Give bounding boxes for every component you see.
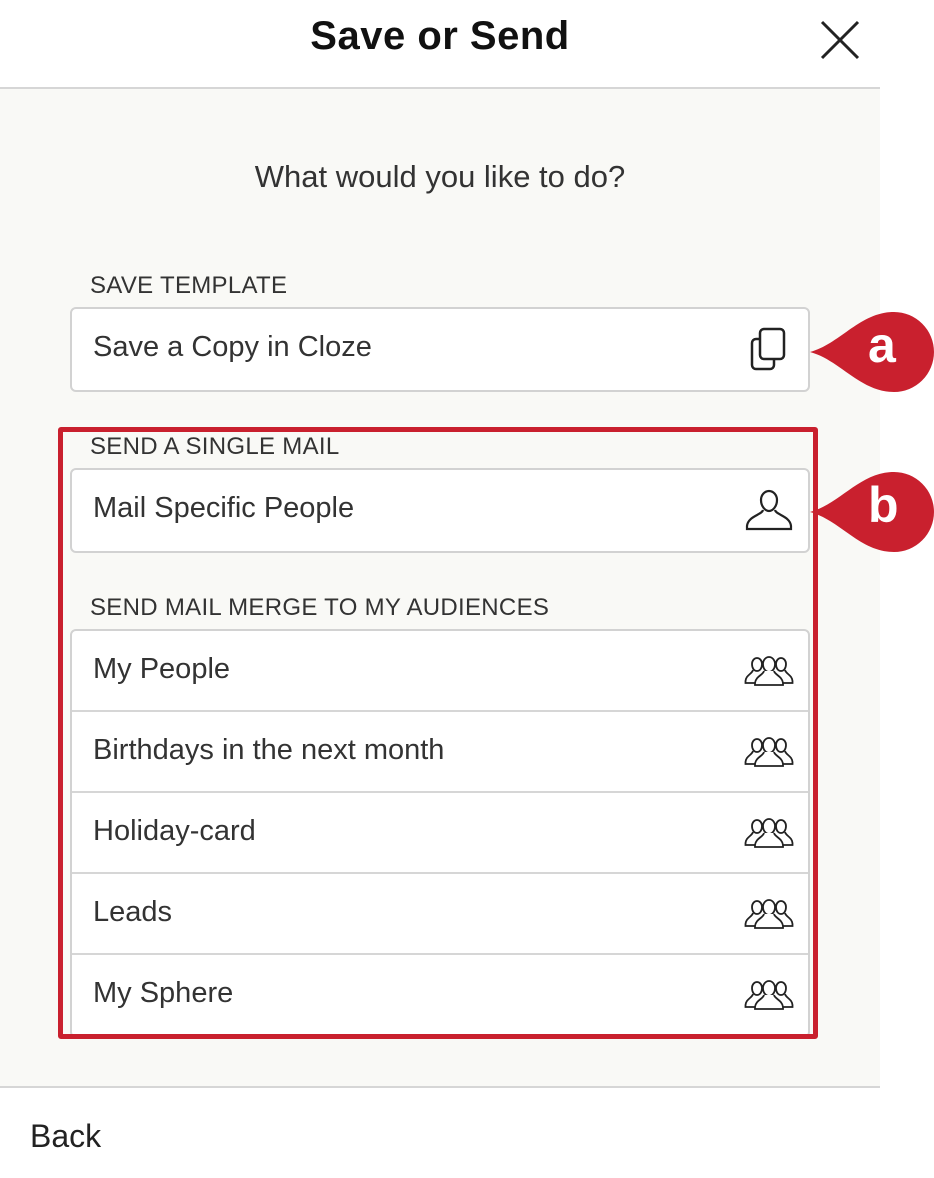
group-icon — [744, 818, 794, 848]
save-copy-option[interactable]: Save a Copy in Cloze — [72, 309, 808, 390]
person-icon — [745, 489, 793, 531]
audience-item-holiday-card[interactable]: Holiday-card — [72, 793, 808, 874]
audience-label: Birthdays in the next month — [93, 734, 445, 766]
save-template-list: Save a Copy in Cloze — [70, 307, 810, 392]
audience-item-my-sphere[interactable]: My Sphere — [72, 955, 808, 1036]
option-label: Save a Copy in Cloze — [93, 331, 372, 363]
audiences-list: My People Birthdays in the next month Ho… — [70, 629, 810, 1038]
annotation-label-a: a — [868, 317, 896, 373]
audience-item-birthdays[interactable]: Birthdays in the next month — [72, 712, 808, 793]
annotation-marker-a: a — [810, 310, 934, 394]
back-button[interactable]: Back — [30, 1118, 101, 1155]
section-label-mail-merge: Send Mail Merge to My Audiences — [90, 594, 550, 621]
audience-label: Leads — [93, 896, 173, 928]
dialog-header: Save or Send — [0, 0, 880, 89]
dialog-footer: Back — [0, 1086, 880, 1178]
group-icon — [744, 980, 794, 1010]
audience-label: My People — [93, 653, 231, 685]
mail-specific-people-option[interactable]: Mail Specific People — [72, 470, 808, 551]
annotation-marker-b: b — [810, 470, 934, 554]
dialog-title: Save or Send — [310, 14, 570, 58]
group-icon — [744, 737, 794, 767]
audience-item-my-people[interactable]: My People — [72, 631, 808, 712]
annotation-label-b: b — [868, 477, 899, 533]
close-icon — [820, 20, 860, 60]
section-label-single-mail: Send a Single Mail — [90, 433, 340, 460]
group-icon — [744, 656, 794, 686]
single-mail-list: Mail Specific People — [70, 468, 810, 553]
section-label-save-template: Save Template — [90, 272, 288, 299]
close-button[interactable] — [818, 18, 862, 62]
option-label: Mail Specific People — [93, 492, 355, 524]
dialog-body: What would you like to do? Save Template… — [0, 89, 880, 1086]
copy-icon — [750, 327, 786, 371]
question-text: What would you like to do? — [254, 159, 626, 194]
audience-label: Holiday-card — [93, 815, 256, 847]
group-icon — [744, 899, 794, 929]
audience-label: My Sphere — [93, 977, 234, 1009]
audience-item-leads[interactable]: Leads — [72, 874, 808, 955]
